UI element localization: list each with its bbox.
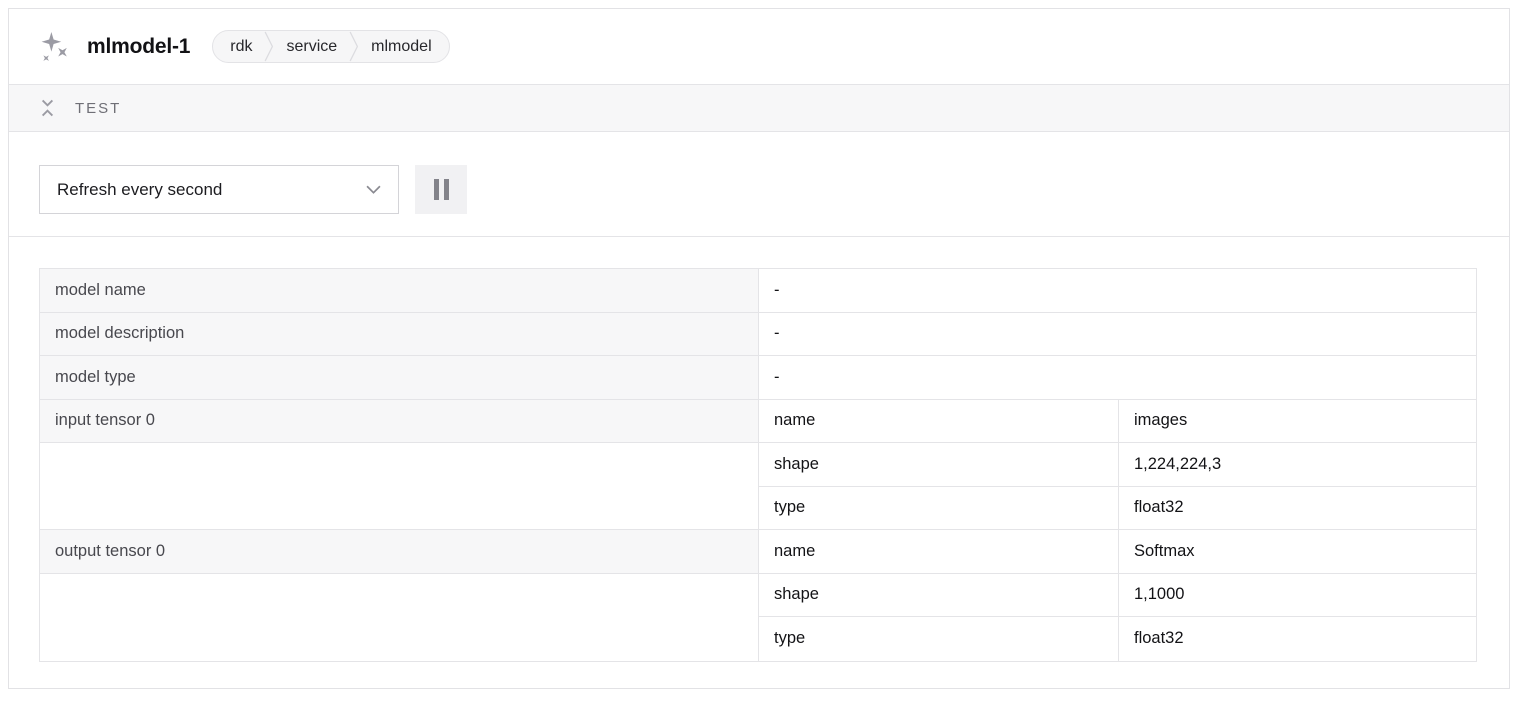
row-label-model-description: model description [40, 313, 759, 357]
collapse-vertical-icon[interactable] [41, 98, 54, 118]
test-panel-content: model name - model description - model t… [9, 237, 1509, 688]
tensor-field-key: shape [759, 443, 1119, 487]
breadcrumb-item-service: service [286, 38, 337, 56]
output-tensor-spacer [40, 574, 759, 661]
tensor-field-value: Softmax [1119, 530, 1476, 574]
tensor-field-value: 1,224,224,3 [1119, 443, 1476, 487]
tensor-field-key: type [759, 617, 1119, 661]
row-label-input-tensor-0: input tensor 0 [40, 400, 759, 444]
breadcrumb: rdk service mlmodel [212, 30, 449, 63]
chevron-right-icon [349, 31, 359, 62]
pause-button[interactable] [415, 165, 467, 214]
refresh-rate-select[interactable]: Refresh every second [39, 165, 399, 214]
tensor-field-value: float32 [1119, 487, 1476, 531]
sparkles-icon [37, 30, 71, 64]
row-value-model-description: - [759, 313, 1476, 357]
row-label-model-name: model name [40, 269, 759, 313]
breadcrumb-item-rdk: rdk [230, 38, 252, 56]
test-section-label: TEST [75, 100, 121, 117]
tensor-field-value: images [1119, 400, 1476, 444]
card-header: mlmodel-1 rdk service mlmodel [9, 9, 1509, 84]
refresh-rate-value: Refresh every second [57, 180, 222, 200]
input-tensor-spacer [40, 443, 759, 530]
test-section-toggle[interactable]: TEST [9, 84, 1509, 132]
row-value-model-name: - [759, 269, 1476, 313]
row-label-output-tensor-0: output tensor 0 [40, 530, 759, 574]
page-title: mlmodel-1 [87, 35, 190, 59]
pause-icon [434, 179, 449, 200]
tensor-field-key: name [759, 530, 1119, 574]
tensor-field-key: shape [759, 574, 1119, 618]
tensor-field-key: name [759, 400, 1119, 444]
model-info-table: model name - model description - model t… [39, 268, 1477, 662]
chevron-down-icon [366, 185, 381, 194]
refresh-toolbar: Refresh every second [9, 132, 1509, 237]
tensor-field-value: 1,1000 [1119, 574, 1476, 618]
row-value-model-type: - [759, 356, 1476, 400]
chevron-right-icon [264, 31, 274, 62]
tensor-field-key: type [759, 487, 1119, 531]
breadcrumb-item-mlmodel: mlmodel [371, 38, 431, 56]
mlmodel-card: mlmodel-1 rdk service mlmodel TEST Refre… [8, 8, 1510, 689]
row-label-model-type: model type [40, 356, 759, 400]
tensor-field-value: float32 [1119, 617, 1476, 661]
